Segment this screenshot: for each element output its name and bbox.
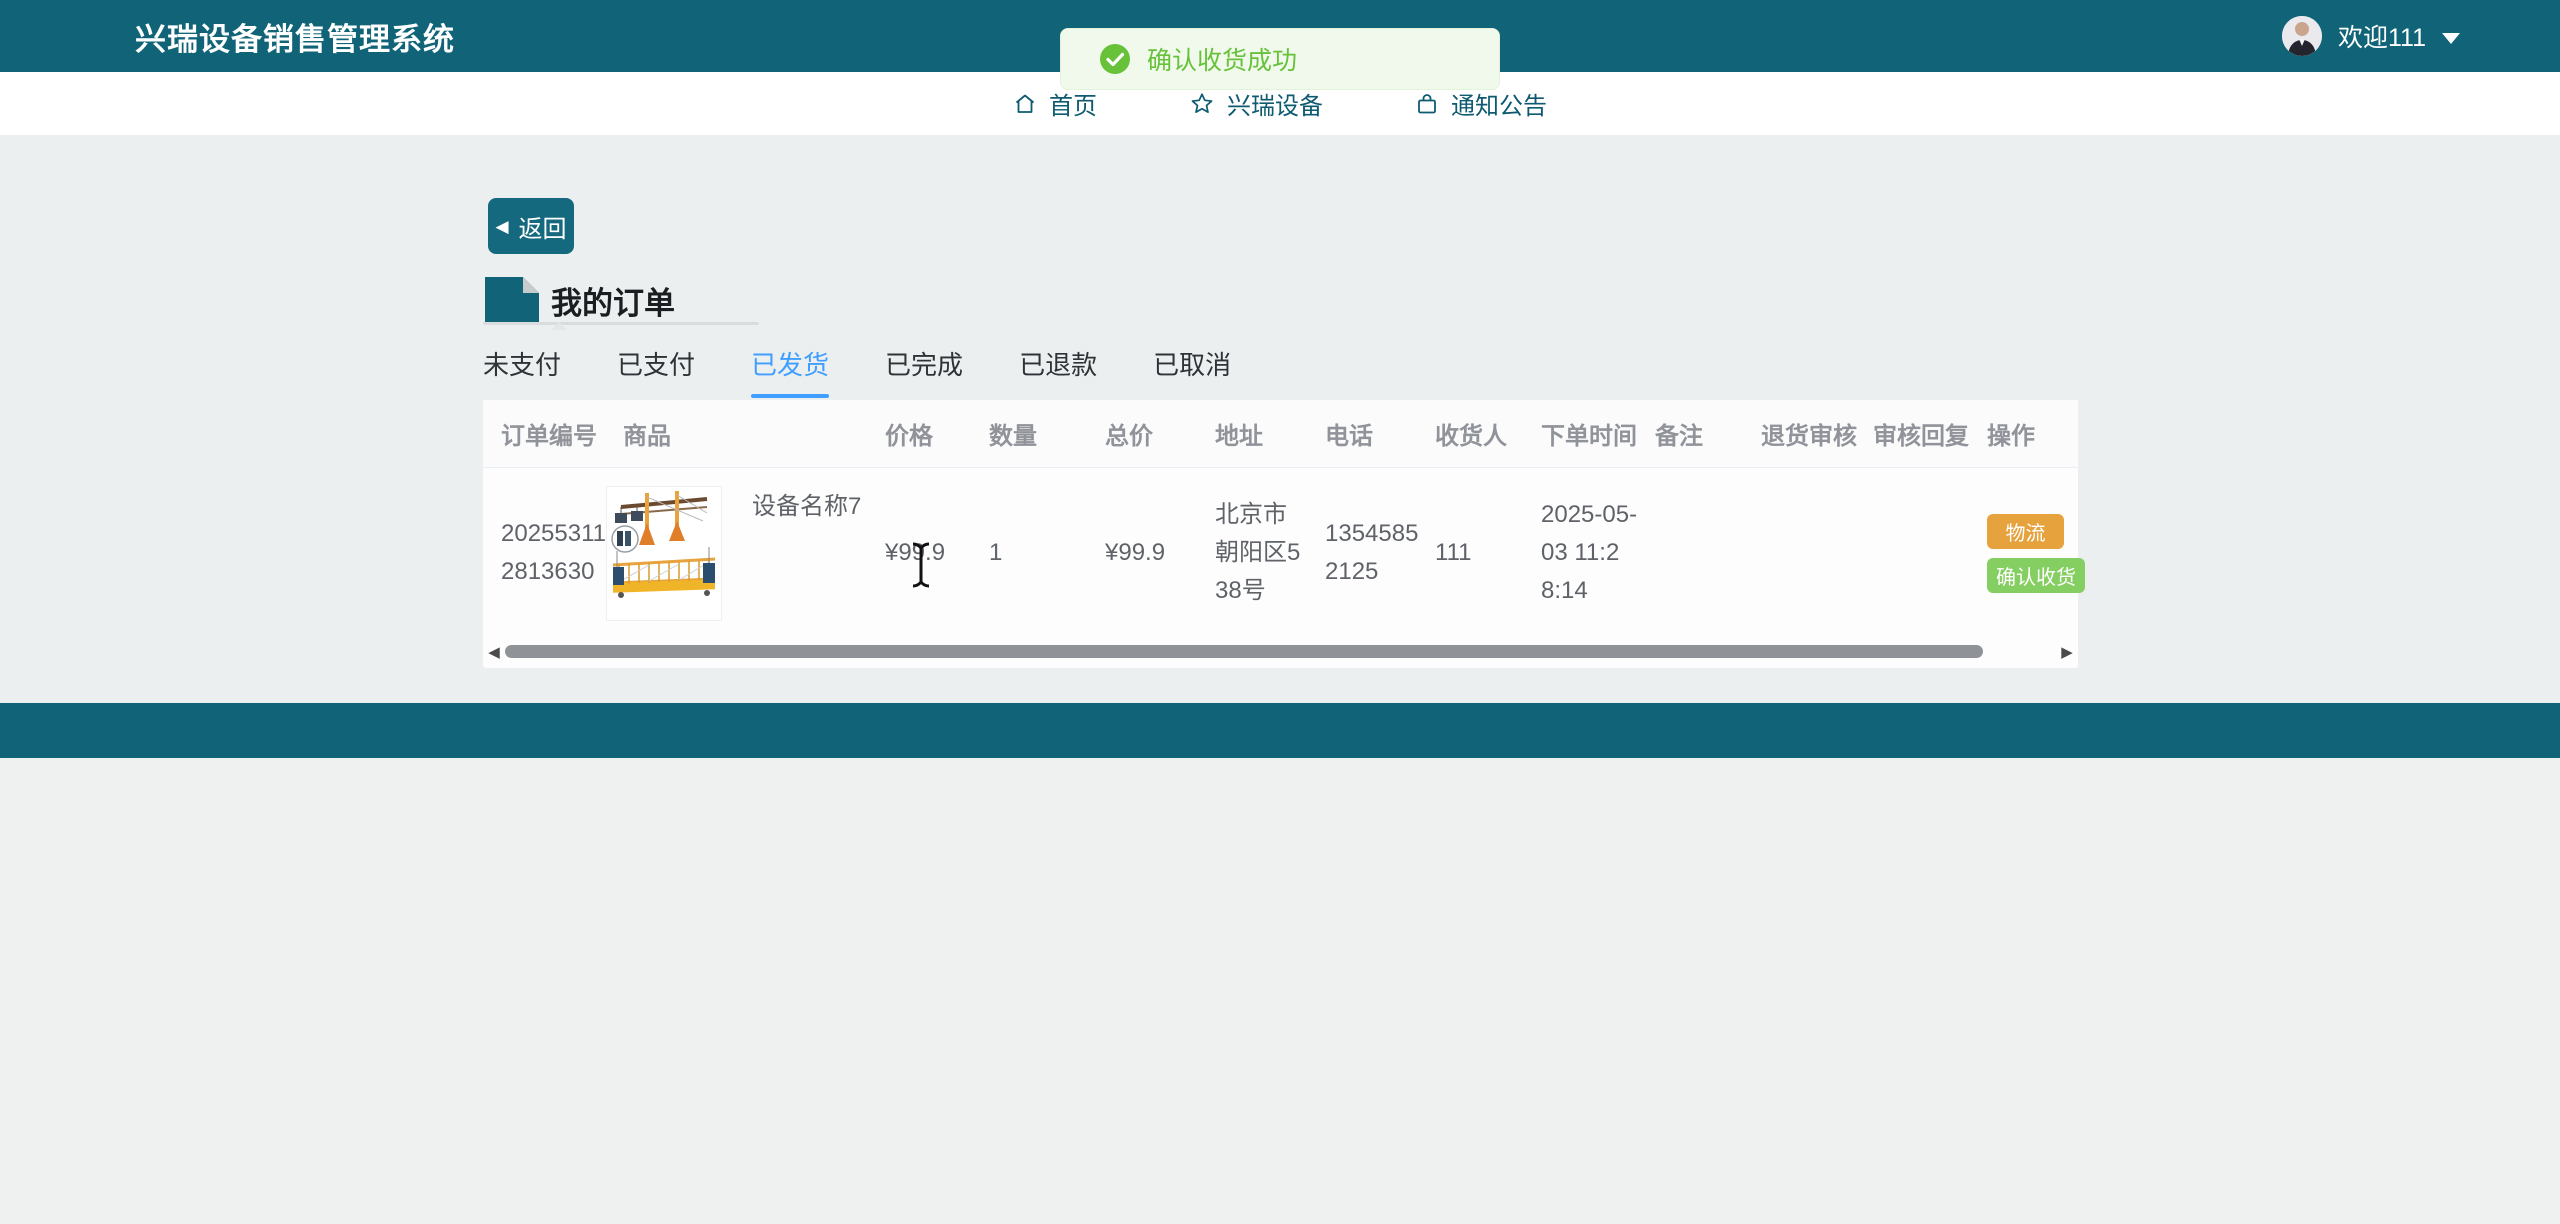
page-title-row: 我的订单 (485, 277, 675, 323)
cell-address: 北京市朝阳区538号 (1199, 468, 1309, 638)
col-header-address: 地址 (1199, 400, 1309, 467)
table-header-row: 订单编号 商品 价格 数量 总价 地址 电话 收货人 下单时间 备注 退货审核 … (483, 400, 2078, 468)
user-menu[interactable]: 欢迎111 (2282, 0, 2460, 72)
check-circle-icon (1099, 43, 1131, 75)
briefcase-icon (1415, 92, 1439, 116)
col-header-order-no: 订单编号 (483, 400, 607, 467)
cell-remark (1639, 468, 1745, 638)
page-title: 我的订单 (551, 278, 675, 323)
col-header-phone: 电话 (1309, 400, 1419, 467)
app-footer (0, 703, 2560, 758)
col-header-consignee: 收货人 (1419, 400, 1525, 467)
cell-order-no: 202553112813630 (483, 468, 607, 638)
nav-item-label: 首页 (1049, 86, 1097, 121)
table-row: 202553112813630 (483, 468, 2078, 638)
cell-order-time: 2025-05-03 11:28:14 (1525, 468, 1639, 638)
col-header-remark: 备注 (1639, 400, 1745, 467)
col-header-price: 价格 (869, 400, 973, 467)
col-header-order-time: 下单时间 (1525, 400, 1639, 467)
col-header-actions: 操作 (1971, 400, 2078, 467)
cell-actions: 物流 确认收货 (1971, 468, 2085, 638)
cell-phone: 13545852125 (1309, 468, 1419, 638)
col-header-quantity: 数量 (973, 400, 1089, 467)
col-header-audit-reply: 审核回复 (1857, 400, 1971, 467)
product-name[interactable]: 设备名称7 (752, 488, 861, 526)
product-image[interactable] (607, 487, 721, 620)
title-divider (483, 322, 759, 325)
welcome-label: 欢迎111 (2338, 18, 2426, 54)
home-icon (1013, 92, 1037, 116)
nav-item-home[interactable]: 首页 (1013, 86, 1097, 121)
tab-unpaid[interactable]: 未支付 (483, 345, 561, 398)
cell-quantity: 1 (973, 468, 1089, 638)
chevron-down-icon (2442, 33, 2460, 44)
star-icon (1189, 91, 1215, 117)
tab-refunded[interactable]: 已退款 (1019, 345, 1097, 398)
user-avatar[interactable] (2282, 16, 2322, 56)
tab-cancelled[interactable]: 已取消 (1153, 345, 1231, 398)
tab-shipped[interactable]: 已发货 (751, 345, 829, 398)
confirm-receipt-button[interactable]: 确认收货 (1987, 558, 2085, 593)
avatar-person-image (2282, 16, 2322, 56)
tab-completed[interactable]: 已完成 (885, 345, 963, 398)
col-header-product: 商品 (607, 400, 869, 467)
scrollbar-thumb[interactable] (505, 645, 1983, 658)
suspended-platform-photo (607, 487, 721, 620)
tab-paid[interactable]: 已支付 (617, 345, 695, 398)
scroll-left-arrow[interactable]: ◀ (486, 644, 502, 662)
cell-product: 设备名称7 (607, 468, 869, 638)
back-button-label: 返回 (519, 209, 567, 244)
orders-table: 订单编号 商品 价格 数量 总价 地址 电话 收货人 下单时间 备注 退货审核 … (483, 400, 2078, 668)
app-title: 兴瑞设备销售管理系统 (135, 14, 455, 59)
nav-item-notices[interactable]: 通知公告 (1415, 86, 1547, 121)
cell-audit-reply (1857, 468, 1971, 638)
horizontal-scrollbar: ◀ ▶ (483, 640, 2078, 666)
folded-page-icon (485, 277, 539, 323)
nav-item-equipment[interactable]: 兴瑞设备 (1189, 86, 1323, 121)
toast-message: 确认收货成功 (1147, 41, 1297, 77)
cell-return-audit (1745, 468, 1857, 638)
success-toast: 确认收货成功 (1060, 28, 1500, 90)
nav-item-label: 通知公告 (1451, 86, 1547, 121)
nav-item-label: 兴瑞设备 (1227, 86, 1323, 121)
col-header-return-audit: 退货审核 (1745, 400, 1857, 467)
back-button[interactable]: ◀ 返回 (488, 198, 574, 254)
cell-consignee: 111 (1419, 468, 1525, 638)
scroll-right-arrow[interactable]: ▶ (2059, 644, 2075, 662)
cell-total: ¥99.9 (1089, 468, 1199, 638)
fold-corner (523, 277, 539, 293)
arrow-left-icon: ◀ (495, 218, 508, 235)
cell-price: ¥99.9 (869, 468, 973, 638)
order-status-tabs: 未支付 已支付 已发货 已完成 已退款 已取消 (483, 345, 1231, 398)
col-header-total: 总价 (1089, 400, 1199, 467)
logistics-button[interactable]: 物流 (1987, 514, 2064, 549)
